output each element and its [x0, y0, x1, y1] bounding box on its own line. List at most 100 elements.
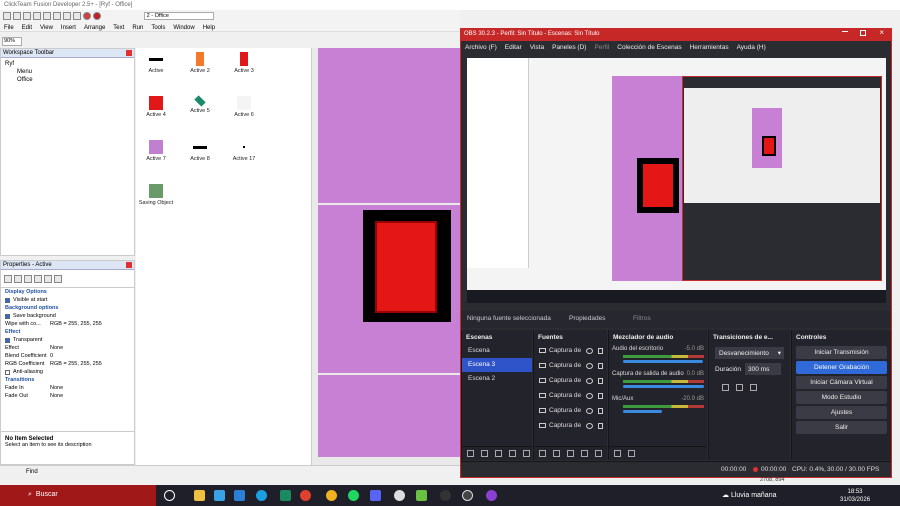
lock-icon[interactable]: [598, 378, 603, 384]
lock-icon[interactable]: [598, 348, 603, 354]
zoom-select[interactable]: 90%: [2, 37, 22, 46]
add-icon[interactable]: [722, 384, 729, 391]
object-item[interactable]: Active: [136, 52, 176, 74]
open-icon[interactable]: [13, 12, 21, 20]
source-item[interactable]: Captura de: [534, 359, 607, 374]
prop-tab-events-icon[interactable]: [44, 275, 52, 283]
up-icon[interactable]: [581, 450, 588, 457]
eye-icon[interactable]: [586, 348, 593, 354]
mail-icon[interactable]: [234, 490, 245, 501]
steam-icon[interactable]: [394, 490, 405, 501]
paste-icon[interactable]: [53, 12, 61, 20]
duration-input[interactable]: 300 ms: [745, 363, 782, 375]
eye-icon[interactable]: [586, 408, 593, 414]
spotify-icon[interactable]: [348, 490, 359, 501]
source-item[interactable]: Captura de: [534, 374, 607, 389]
lock-icon[interactable]: [598, 408, 603, 414]
checkbox[interactable]: [5, 313, 10, 319]
store-icon[interactable]: [214, 490, 225, 501]
control-button[interactable]: Iniciar Transmisión: [796, 346, 887, 359]
checkbox[interactable]: [5, 369, 10, 375]
filters-button[interactable]: Filtros: [633, 315, 651, 322]
menu-help[interactable]: Help: [203, 25, 215, 31]
taskbar-search[interactable]: ⌕ Buscar: [22, 485, 156, 506]
eye-icon[interactable]: [586, 393, 593, 399]
property-value[interactable]: RGB = 255, 255, 255: [50, 321, 102, 327]
down-icon[interactable]: [523, 450, 530, 457]
prop-tab-display-icon[interactable]: [14, 275, 22, 283]
stop-icon[interactable]: [93, 12, 101, 20]
redo-icon[interactable]: [73, 12, 81, 20]
transition-select[interactable]: Desvanecimiento ▾: [715, 347, 784, 359]
minimize-icon[interactable]: [842, 31, 848, 32]
eye-icon[interactable]: [586, 423, 593, 429]
property-value[interactable]: 0: [50, 353, 53, 359]
volume-slider[interactable]: [623, 385, 704, 388]
object-item[interactable]: Active 8: [180, 140, 220, 162]
eye-icon[interactable]: [586, 378, 593, 384]
property-row[interactable]: Save background: [1, 312, 134, 320]
calculator-icon[interactable]: [280, 490, 291, 501]
trash-icon[interactable]: [553, 450, 560, 457]
clock[interactable]: 18:53 31/03/2026: [840, 488, 870, 504]
close-icon[interactable]: [126, 262, 132, 268]
obs-menu-herramientas[interactable]: Herramientas: [690, 44, 729, 51]
control-button[interactable]: Modo Estudio: [796, 391, 887, 404]
property-row[interactable]: RGB Coefficient RGB = 255, 255, 255: [1, 360, 134, 368]
up-icon[interactable]: [509, 450, 516, 457]
more-icon[interactable]: [628, 450, 635, 457]
gear-icon[interactable]: [567, 450, 574, 457]
trash-icon[interactable]: [481, 450, 488, 457]
close-icon[interactable]: [126, 50, 132, 56]
property-value[interactable]: None: [50, 345, 63, 351]
mod-tool-icon[interactable]: [440, 490, 451, 501]
property-row[interactable]: Anti-aliasing: [1, 368, 134, 376]
chrome-icon[interactable]: [300, 490, 311, 501]
maximize-icon[interactable]: [860, 30, 866, 36]
edge-icon[interactable]: [256, 490, 267, 501]
clickteam-icon[interactable]: [416, 490, 427, 501]
lock-icon[interactable]: [598, 363, 603, 369]
object-item[interactable]: Active 2: [180, 52, 220, 74]
prop-tab-size-icon[interactable]: [24, 275, 32, 283]
property-value[interactable]: RGB = 255, 255, 255: [50, 361, 102, 367]
tree-frame-office[interactable]: Office: [5, 76, 130, 84]
menu-view[interactable]: View: [40, 25, 53, 31]
close-icon[interactable]: ×: [879, 28, 884, 37]
control-button[interactable]: Detener Grabación: [796, 361, 887, 374]
control-button[interactable]: Ajustes: [796, 406, 887, 419]
source-item[interactable]: Captura de: [534, 404, 607, 419]
property-row[interactable]: Visible at start: [1, 296, 134, 304]
menu-insert[interactable]: Insert: [61, 25, 76, 31]
obs-side-scrollbar[interactable]: [892, 28, 900, 478]
copy-icon[interactable]: [43, 12, 51, 20]
property-row[interactable]: Wipe with co... RGB = 255, 255, 255: [1, 320, 134, 328]
add-icon[interactable]: [539, 450, 546, 457]
prop-tab-about-icon[interactable]: [54, 275, 62, 283]
lock-icon[interactable]: [598, 393, 603, 399]
down-icon[interactable]: [595, 450, 602, 457]
scene-item[interactable]: Escena 2: [462, 372, 532, 386]
menu-file[interactable]: File: [4, 25, 14, 31]
property-value[interactable]: None: [50, 385, 63, 391]
property-value[interactable]: None: [50, 393, 63, 399]
new-icon[interactable]: [3, 12, 11, 20]
task-view-icon[interactable]: [164, 490, 175, 501]
obs-menu-paneles[interactable]: Paneles (D): [552, 44, 586, 51]
object-item[interactable]: Active 4: [136, 96, 176, 118]
property-row[interactable]: Transparent: [1, 336, 134, 344]
active-red-door[interactable]: [375, 221, 437, 313]
chrome-canary-icon[interactable]: [326, 490, 337, 501]
volume-slider[interactable]: [623, 360, 704, 363]
obs-preview-canvas[interactable]: [467, 58, 886, 303]
object-item[interactable]: Active 7: [136, 140, 176, 162]
more-icon[interactable]: [750, 384, 757, 391]
obs-menu-archivo[interactable]: Archivo (F): [465, 44, 497, 51]
property-row[interactable]: Blend Coefficient 0: [1, 352, 134, 360]
obs-menu-perfil[interactable]: Perfil: [594, 44, 609, 51]
obs-menu-vista[interactable]: Vista: [530, 44, 544, 51]
object-item[interactable]: Active 3: [224, 52, 264, 74]
scene-item[interactable]: Escena 3: [462, 358, 532, 372]
undo-icon[interactable]: [63, 12, 71, 20]
tree-frame-menu[interactable]: Menu: [5, 68, 130, 76]
